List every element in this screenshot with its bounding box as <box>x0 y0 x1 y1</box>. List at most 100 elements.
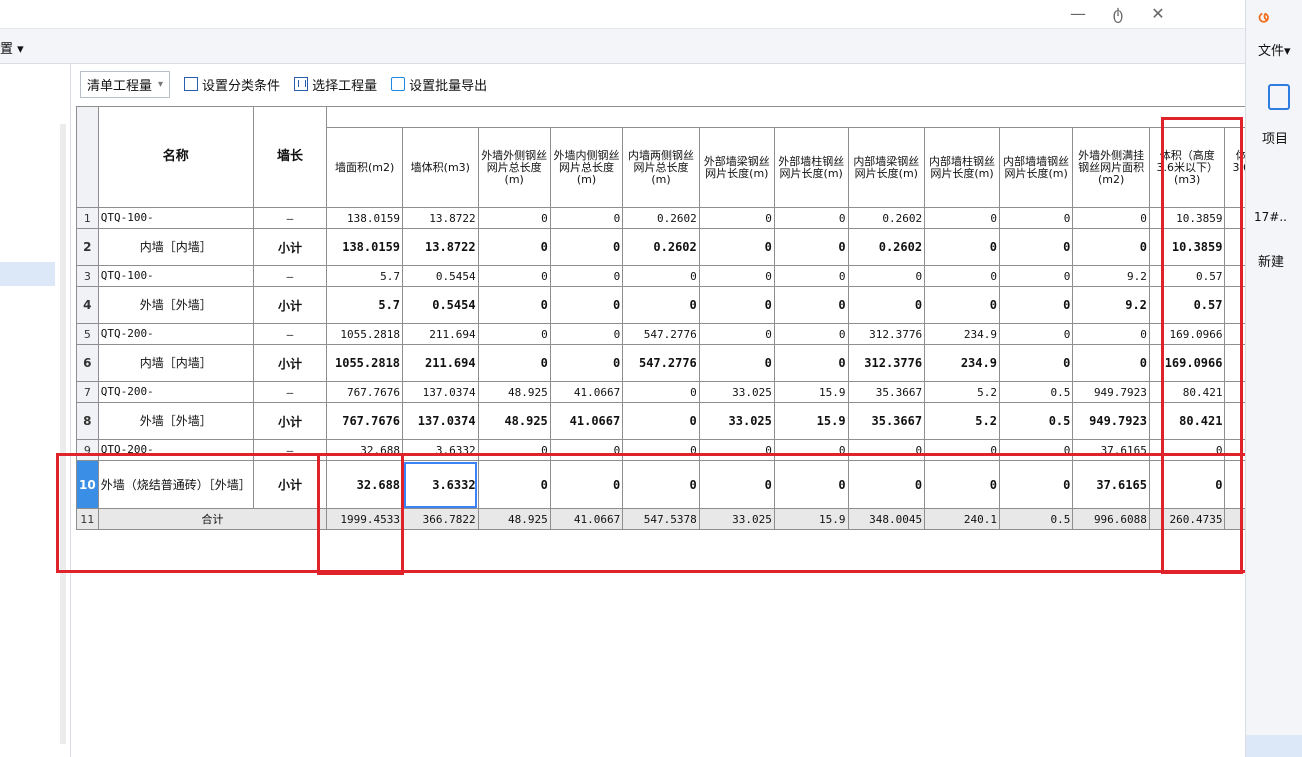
cell-value[interactable]: 0 <box>549 207 624 229</box>
col-header-length[interactable]: 墙长 <box>252 106 328 208</box>
row-number[interactable]: 5 <box>76 323 99 345</box>
cell-value[interactable]: 0 <box>549 323 624 345</box>
table-row[interactable]: 7 QTQ-200- —767.7676 137.0374 48.925 41.0667 0… <box>76 381 1302 403</box>
cell-value[interactable]: 0 <box>622 402 700 440</box>
cell-value[interactable]: 9.2 <box>1072 286 1150 324</box>
cell-value[interactable]: 0 <box>773 228 849 266</box>
cell-length[interactable]: — <box>252 265 328 287</box>
cell-value[interactable]: 0 <box>773 265 849 287</box>
row-number[interactable]: 6 <box>76 344 99 382</box>
cell-value[interactable]: 0 <box>477 265 551 287</box>
cell-value[interactable]: 0 <box>698 344 775 382</box>
cell-value[interactable]: 48.925 <box>477 381 551 403</box>
cell-value[interactable]: 312.3776 <box>847 323 926 345</box>
cell-value[interactable]: 949.7923 <box>1072 402 1150 440</box>
close-button[interactable]: ✕ <box>1149 4 1167 23</box>
col-header-9[interactable]: 内部墙梁钢丝网片长度(m) <box>847 127 926 208</box>
cell-value[interactable]: 0.5 <box>998 381 1074 403</box>
cell-value[interactable]: 0 <box>549 344 624 382</box>
cell-value[interactable]: 0.2602 <box>622 207 700 229</box>
cell-value[interactable]: 138.0159 <box>326 207 404 229</box>
tree-selected-row[interactable] <box>0 262 55 286</box>
cell-value[interactable]: 0.2602 <box>847 207 926 229</box>
cell-name[interactable]: QTQ-200- <box>97 381 254 403</box>
cell-value[interactable]: 13.8722 <box>402 207 479 229</box>
cell-value[interactable]: 13.8722 <box>402 228 479 266</box>
cell-value[interactable]: 0.2602 <box>847 228 926 266</box>
col-header-4[interactable]: 外墙外侧钢丝网片总长度(m) <box>477 127 551 208</box>
cell-value[interactable]: 0 <box>549 265 624 287</box>
table-row[interactable]: 3QTQ-100-—5.70.5454000000009.20.570 <box>76 265 1302 287</box>
cell-length[interactable]: 小计 <box>252 402 328 440</box>
col-header-12[interactable]: 外墙外侧满挂钢丝网片面积(m2) <box>1072 127 1150 208</box>
col-header-7[interactable]: 外部墙梁钢丝网片长度(m) <box>698 127 775 208</box>
cell-value[interactable]: 0 <box>1072 323 1150 345</box>
cell-value[interactable]: 5.7 <box>326 286 404 324</box>
cell-value[interactable]: 0 <box>998 265 1074 287</box>
col-header-11[interactable]: 内部墙墙钢丝网片长度(m) <box>998 127 1074 208</box>
cell-value[interactable]: 41.0667 <box>549 381 624 403</box>
new-button[interactable]: 新建 <box>1258 251 1284 270</box>
cell-value[interactable]: 0 <box>477 344 551 382</box>
cell-value[interactable]: 949.7923 <box>1072 381 1150 403</box>
project-doc-icon[interactable] <box>1268 84 1290 110</box>
cell-value[interactable]: 0 <box>998 286 1074 324</box>
cell-value[interactable]: 0 <box>1072 344 1150 382</box>
cell-value[interactable]: 0 <box>998 207 1074 229</box>
cell-value[interactable]: 0 <box>773 323 849 345</box>
cell-value[interactable]: 0 <box>698 286 775 324</box>
cell-value[interactable]: 0 <box>477 207 551 229</box>
project-label[interactable]: 项目 <box>1262 128 1288 147</box>
cell-value[interactable]: 0 <box>622 286 700 324</box>
cell-value[interactable]: 138.0159 <box>326 228 404 266</box>
cell-name[interactable]: 外墙［外墙］ <box>97 286 254 324</box>
cell-value[interactable]: 0 <box>998 323 1074 345</box>
cell-value[interactable]: 0 <box>998 228 1074 266</box>
cell-value[interactable]: 0 <box>477 323 551 345</box>
cell-length[interactable]: — <box>252 323 328 345</box>
col-header-5[interactable]: 外墙内侧钢丝网片总长度(m) <box>549 127 624 208</box>
cell-length[interactable]: 小计 <box>252 228 328 266</box>
cell-value[interactable]: 0 <box>1072 228 1150 266</box>
cell-value[interactable]: 0 <box>698 323 775 345</box>
cell-value[interactable]: 0.2602 <box>622 228 700 266</box>
cell-value[interactable]: 211.694 <box>402 344 479 382</box>
cell-value[interactable]: 767.7676 <box>326 381 404 403</box>
cell-value[interactable]: 41.0667 <box>549 402 624 440</box>
batch-export-button[interactable]: 设置批量导出 <box>391 75 487 94</box>
cell-value[interactable]: 48.925 <box>477 402 551 440</box>
minimize-button[interactable]: — <box>1069 4 1087 23</box>
cell-value[interactable]: 547.2776 <box>622 344 700 382</box>
cell-value[interactable]: 9.2 <box>1072 265 1150 287</box>
cell-value[interactable]: 0 <box>847 286 926 324</box>
cell-value[interactable]: 0 <box>924 228 1000 266</box>
col-header-3[interactable]: 墙体积(m3) <box>402 127 479 208</box>
cell-value[interactable]: 0 <box>549 228 624 266</box>
cell-value[interactable]: 0 <box>998 344 1074 382</box>
select-quantity-button[interactable]: 选择工程量 <box>294 75 377 94</box>
col-header-8[interactable]: 外部墙柱钢丝网片长度(m) <box>773 127 849 208</box>
cell-value[interactable]: 0 <box>924 265 1000 287</box>
cell-value[interactable]: 137.0374 <box>402 381 479 403</box>
table-row[interactable]: 2 内墙［内墙］ 小计 138.0159 13.8722 0 0 0.2602 0 0 0.2602… <box>76 228 1302 266</box>
cell-value[interactable]: 0 <box>698 207 775 229</box>
table-row[interactable]: 8 外墙［外墙］ 小计 767.7676 137.0374 48.925 41.0667 0 3… <box>76 402 1302 440</box>
left-scrollbar[interactable] <box>60 124 66 744</box>
quantity-type-dropdown[interactable]: 清单工程量 ▾ <box>80 70 171 98</box>
cell-value[interactable]: 0 <box>1072 207 1150 229</box>
cell-value[interactable]: 5.2 <box>924 381 1000 403</box>
cell-value[interactable]: 5.7 <box>326 265 404 287</box>
cell-length[interactable]: — <box>252 381 328 403</box>
cell-name[interactable]: 外墙［外墙］ <box>97 402 254 440</box>
table-row[interactable]: 1 QTQ-100- —138.0159 13.8722 0 0 0.2602 0 0 0.260… <box>76 207 1302 229</box>
cell-value[interactable]: 211.694 <box>402 323 479 345</box>
cell-value[interactable]: 0 <box>773 344 849 382</box>
cell-value[interactable]: 35.3667 <box>847 381 926 403</box>
row-number[interactable]: 8 <box>76 402 99 440</box>
cell-value[interactable]: 547.2776 <box>622 323 700 345</box>
cell-value[interactable]: 0 <box>773 286 849 324</box>
project-item-17[interactable]: 17#.. <box>1254 210 1287 224</box>
cell-value[interactable]: 767.7676 <box>326 402 404 440</box>
cell-value[interactable]: 0 <box>698 265 775 287</box>
cell-length[interactable]: 小计 <box>252 286 328 324</box>
